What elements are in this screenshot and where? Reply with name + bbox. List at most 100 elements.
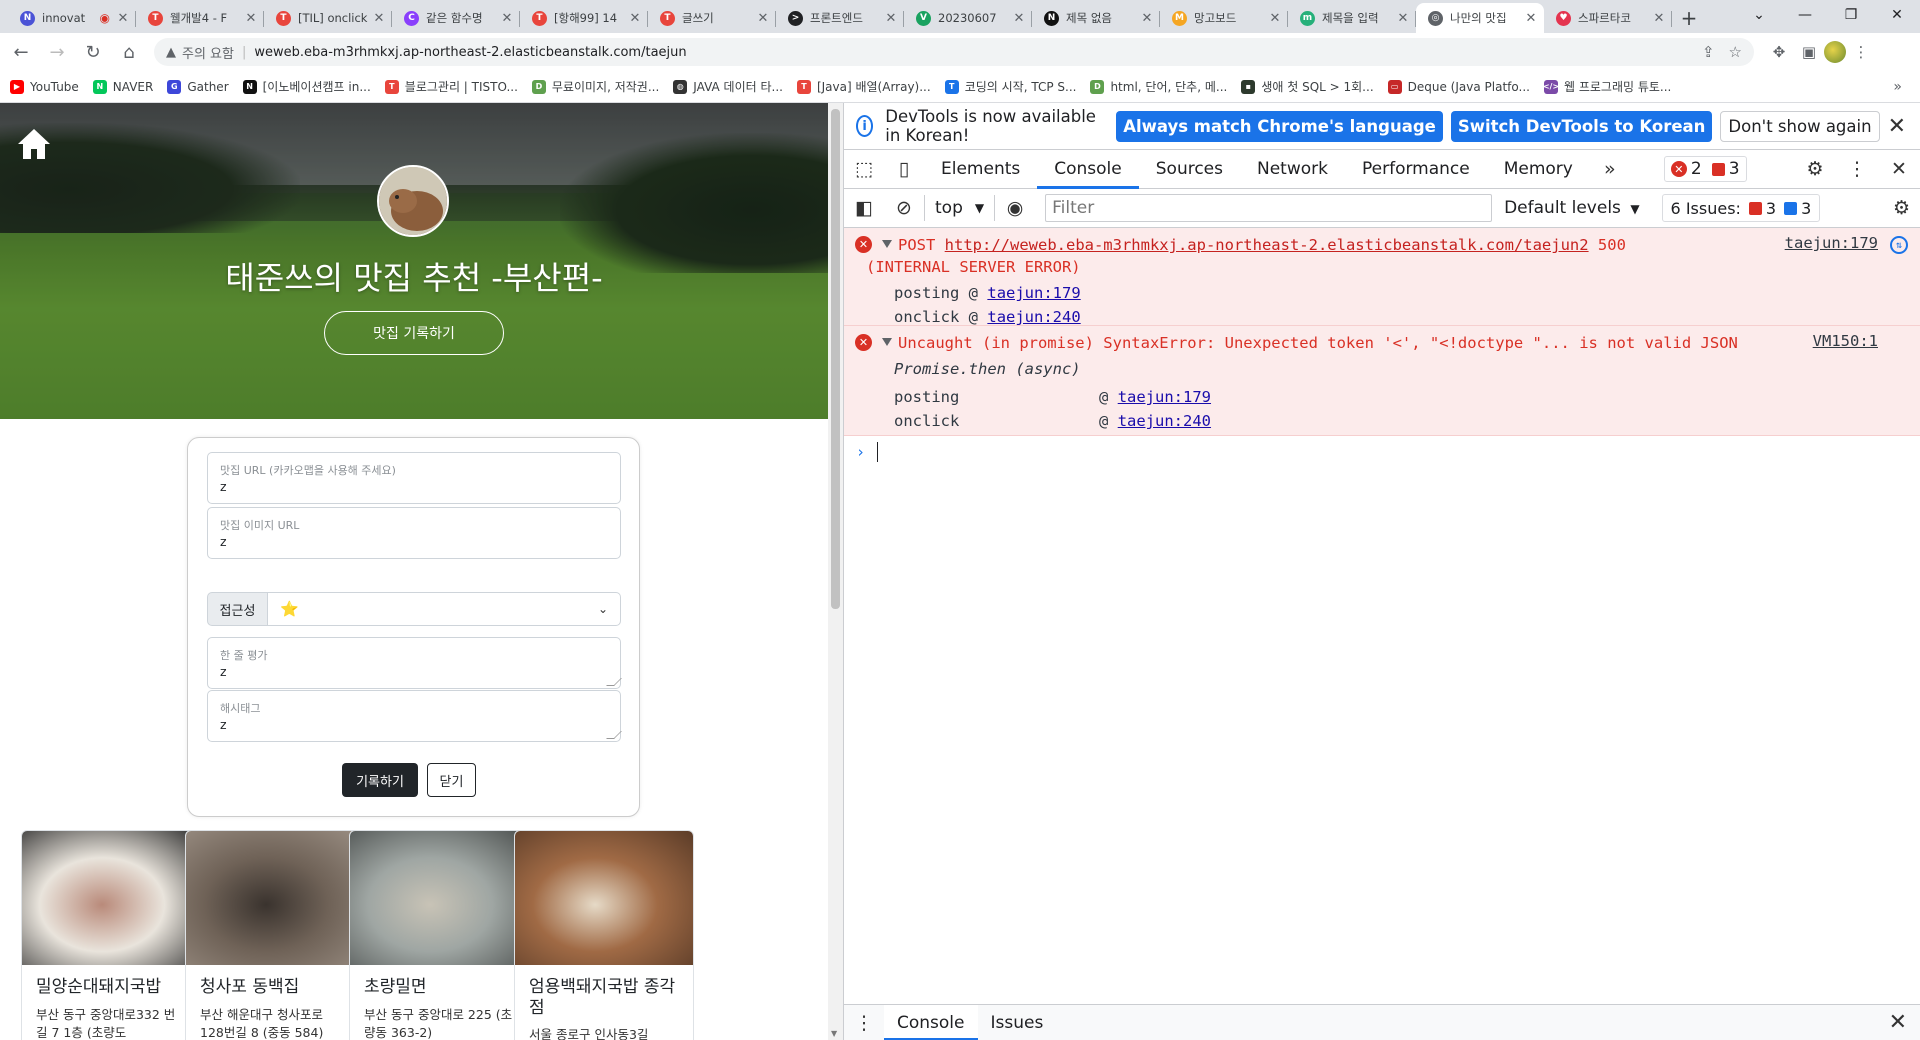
browser-tab[interactable]: V 20230607 ✕ <box>904 3 1032 33</box>
tab-close-icon[interactable]: ✕ <box>1268 11 1282 26</box>
bookmark-item[interactable]: T [Java] 배열(Array)... <box>796 78 931 95</box>
drawer-tab-console[interactable]: Console <box>884 1004 978 1040</box>
stack-loc-link[interactable]: taejun:240 <box>1118 412 1211 430</box>
switch-to-korean-button[interactable]: Switch DevTools to Korean <box>1450 110 1713 142</box>
console-settings-icon[interactable]: ⚙ <box>1893 197 1910 219</box>
reload-icon[interactable]: ↻ <box>78 37 108 67</box>
url-text[interactable]: weweb.eba-m3rhmkxj.ap-northeast-2.elasti… <box>254 45 1688 60</box>
open-record-form-button[interactable]: 맛집 기록하기 <box>324 311 504 355</box>
bookmark-item[interactable]: </> 웹 프로그래밍 튜토... <box>1543 78 1671 95</box>
hashtag-value[interactable]: z <box>220 717 227 732</box>
console-prompt[interactable]: › <box>844 436 1920 468</box>
dont-show-again-button[interactable]: Don't show again <box>1720 110 1880 142</box>
comment-textarea[interactable]: 한 줄 평가 z <box>207 637 621 689</box>
drawer-close-icon[interactable]: ✕ <box>1889 1010 1907 1035</box>
console-filter-input[interactable]: Filter <box>1045 194 1493 222</box>
tab-close-icon[interactable]: ✕ <box>116 11 130 26</box>
devtools-tab-sources[interactable]: Sources <box>1139 150 1240 189</box>
tab-close-icon[interactable]: ✕ <box>1396 11 1410 26</box>
device-toolbar-icon[interactable]: ▯ <box>884 158 924 180</box>
browser-tab[interactable]: Ninnovat ◉ ✕ <box>8 3 136 33</box>
stack-loc-link[interactable]: taejun:179 <box>1118 388 1211 406</box>
inspect-element-icon[interactable]: ⬚ <box>844 158 884 180</box>
page-scrollbar[interactable]: ▼ <box>828 103 843 1040</box>
tab-close-icon[interactable]: ✕ <box>1652 11 1666 26</box>
share-icon[interactable]: ⇪ <box>1702 43 1715 61</box>
bookmarks-overflow-icon[interactable]: » <box>1893 79 1902 95</box>
live-expression-eye-icon[interactable]: ◉ <box>995 197 1035 219</box>
bookmark-item[interactable]: ▪ 생애 첫 SQL > 1회... <box>1241 78 1374 95</box>
bookmark-item[interactable]: T 블로그관리 | TISTO... <box>384 78 518 95</box>
settings-gear-icon[interactable]: ⚙ <box>1794 158 1836 180</box>
message-source-link[interactable]: taejun:179 <box>1785 234 1878 252</box>
browser-tab[interactable]: ◎ 나만의 맛집 ✕ <box>1416 3 1544 33</box>
browser-tab[interactable]: T 글쓰기 ✕ <box>648 3 776 33</box>
browser-tab[interactable]: T [TIL] onclick ✕ <box>264 3 392 33</box>
tab-close-icon[interactable]: ✕ <box>884 11 898 26</box>
new-tab-button[interactable]: + <box>1672 3 1706 33</box>
devtools-menu-icon[interactable]: ⋮ <box>1836 158 1878 180</box>
bookmark-item[interactable]: ▶ YouTube <box>10 79 79 94</box>
not-secure-icon[interactable]: ▲ <box>166 45 176 60</box>
bookmark-item[interactable]: T 코딩의 시작, TCP S... <box>944 78 1076 95</box>
context-select[interactable]: top ▼ <box>924 195 996 221</box>
browser-tab[interactable]: m 제목을 입력 ✕ <box>1288 3 1416 33</box>
restaurant-image-field[interactable]: 맛집 이미지 URL z <box>207 507 621 559</box>
comment-value[interactable]: z <box>220 664 227 679</box>
bookmark-item[interactable]: D 무료이미지, 저작권... <box>531 78 659 95</box>
drawer-tab-issues[interactable]: Issues <box>978 1005 1057 1040</box>
error-warning-badges[interactable]: ✕ 2 3 <box>1663 156 1747 182</box>
chrome-menu-icon[interactable]: ⋮ <box>1846 43 1876 61</box>
home-button-icon[interactable]: ⌂ <box>114 37 144 67</box>
browser-tab[interactable]: T 웰개발4 - F ✕ <box>136 3 264 33</box>
bookmark-item[interactable]: N NAVER <box>92 79 153 94</box>
always-match-language-button[interactable]: Always match Chrome's language <box>1116 110 1443 142</box>
tab-close-icon[interactable]: ✕ <box>500 11 514 26</box>
message-source-link[interactable]: VM150:1 <box>1813 332 1878 350</box>
back-icon[interactable]: ← <box>6 37 36 67</box>
restaurant-image-value[interactable]: z <box>220 534 227 549</box>
page-scrollbar-thumb[interactable] <box>831 109 840 609</box>
address-bar[interactable]: ▲ 주의 요함 | weweb.eba-m3rhmkxj.ap-northeas… <box>154 38 1754 66</box>
restore-icon[interactable]: ❐ <box>1828 0 1874 30</box>
restaurant-card[interactable]: 청사포 동백집 부산 해운대구 청사포로 128번길 8 (중동 584) <box>185 830 365 1040</box>
tab-close-icon[interactable]: ✕ <box>1140 11 1154 26</box>
tab-close-icon[interactable]: ✕ <box>1524 11 1538 26</box>
tab-close-icon[interactable]: ✕ <box>1012 11 1026 26</box>
browser-tab[interactable]: T [항해99] 14 ✕ <box>520 3 648 33</box>
extensions-icon[interactable]: ✥ <box>1764 43 1794 61</box>
security-label[interactable]: 주의 요함 <box>182 43 234 62</box>
accessibility-select[interactable]: ⭐ ⌄ <box>268 592 621 626</box>
bookmark-item[interactable]: N [이노베이션캠프 in... <box>242 78 371 95</box>
clear-console-icon[interactable]: ⊘ <box>884 197 924 219</box>
expand-caret-icon[interactable] <box>882 338 892 346</box>
bookmark-item[interactable]: ▭ Deque (Java Platfo... <box>1387 79 1530 94</box>
request-url-link[interactable]: http://weweb.eba-m3rhmkxj.ap-northeast-2… <box>945 236 1589 254</box>
devtools-tab-performance[interactable]: Performance <box>1345 150 1487 189</box>
hashtag-textarea[interactable]: 해시태그 z <box>207 690 621 742</box>
browser-tab[interactable]: M 망고보드 ✕ <box>1160 3 1288 33</box>
close-form-button[interactable]: 닫기 <box>427 763 476 797</box>
devtools-tab-network[interactable]: Network <box>1240 150 1345 189</box>
scroll-down-icon[interactable]: ▼ <box>831 1029 837 1038</box>
restaurant-card[interactable]: 초량밀면 부산 동구 중앙대로 225 (초량동 363-2) <box>349 830 529 1040</box>
stack-loc-link[interactable]: taejun:179 <box>987 284 1080 302</box>
tab-close-icon[interactable]: ✕ <box>244 11 258 26</box>
bookmark-star-icon[interactable]: ☆ <box>1729 43 1742 61</box>
tab-close-icon[interactable]: ✕ <box>756 11 770 26</box>
restaurant-card[interactable]: 엄용백돼지국밥 종각점 서울 종로구 인사동3길 <box>514 830 694 1040</box>
bookmark-item[interactable]: Dhtml, 단어, 단추, 메... <box>1090 78 1227 95</box>
stack-loc-link[interactable]: taejun:240 <box>987 308 1080 326</box>
home-icon[interactable] <box>16 127 52 161</box>
tab-close-icon[interactable]: ✕ <box>372 11 386 26</box>
devtools-tab-memory[interactable]: Memory <box>1487 150 1590 189</box>
issues-button[interactable]: 6 Issues: 3 3 <box>1661 194 1821 222</box>
browser-tab[interactable]: C 같은 함수명 ✕ <box>392 3 520 33</box>
close-window-icon[interactable]: ✕ <box>1874 0 1920 30</box>
side-panel-icon[interactable]: ▣ <box>1794 43 1824 61</box>
bookmark-item[interactable]: ◍ JAVA 데이터 타... <box>673 78 783 95</box>
tab-search-icon[interactable]: ⌄ <box>1736 0 1782 30</box>
tab-close-icon[interactable]: ✕ <box>628 11 642 26</box>
bookmark-item[interactable]: G Gather <box>167 79 229 94</box>
restaurant-card[interactable]: 밀양순대돼지국밥 부산 동구 중앙대로332 번길 7 1층 (초량도 <box>21 830 201 1040</box>
